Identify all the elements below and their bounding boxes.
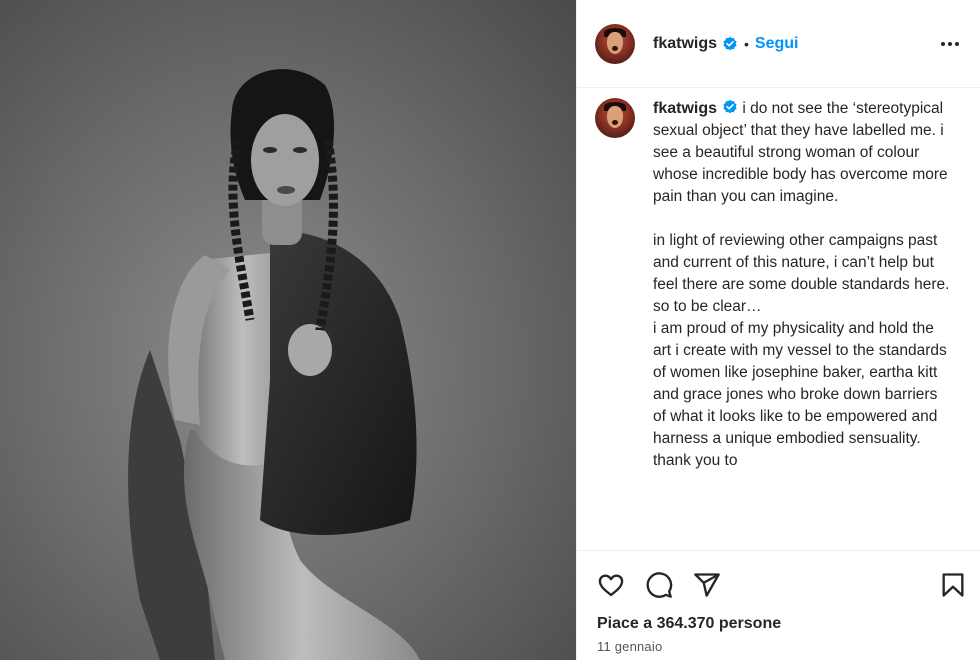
likes-count[interactable]: Piace a 364.370 persone (577, 603, 980, 633)
comment-icon[interactable] (645, 571, 673, 599)
header-username[interactable]: fkatwigs (653, 35, 717, 53)
bookmark-icon[interactable] (939, 571, 967, 599)
verified-badge-icon (723, 36, 737, 50)
caption-avatar[interactable] (595, 98, 635, 138)
verified-badge-icon (723, 99, 737, 114)
action-icons (577, 551, 980, 603)
heart-icon[interactable] (597, 571, 625, 599)
instagram-post: fkatwigs • Segui fkatwigs i do not see t… (0, 0, 980, 660)
separator-dot: • (744, 35, 749, 52)
caption-username[interactable]: fkatwigs (653, 100, 717, 117)
post-header: fkatwigs • Segui (577, 0, 980, 88)
post-photo[interactable] (0, 0, 576, 660)
more-options-icon[interactable] (938, 32, 962, 56)
post-date[interactable]: 11 gennaio (577, 633, 980, 654)
post-caption: fkatwigs i do not see the ‘stereotypical… (653, 98, 953, 550)
caption-text: i do not see the ‘stereotypical sexual o… (653, 100, 950, 469)
caption-area: fkatwigs i do not see the ‘stereotypical… (577, 88, 980, 550)
follow-button[interactable]: Segui (755, 35, 799, 53)
profile-avatar[interactable] (595, 23, 635, 64)
post-photo-illustration (128, 69, 420, 660)
post-sidebar: fkatwigs • Segui fkatwigs i do not see t… (576, 0, 980, 660)
paper-plane-icon[interactable] (693, 571, 721, 599)
post-actions: Piace a 364.370 persone 11 gennaio (577, 550, 980, 660)
